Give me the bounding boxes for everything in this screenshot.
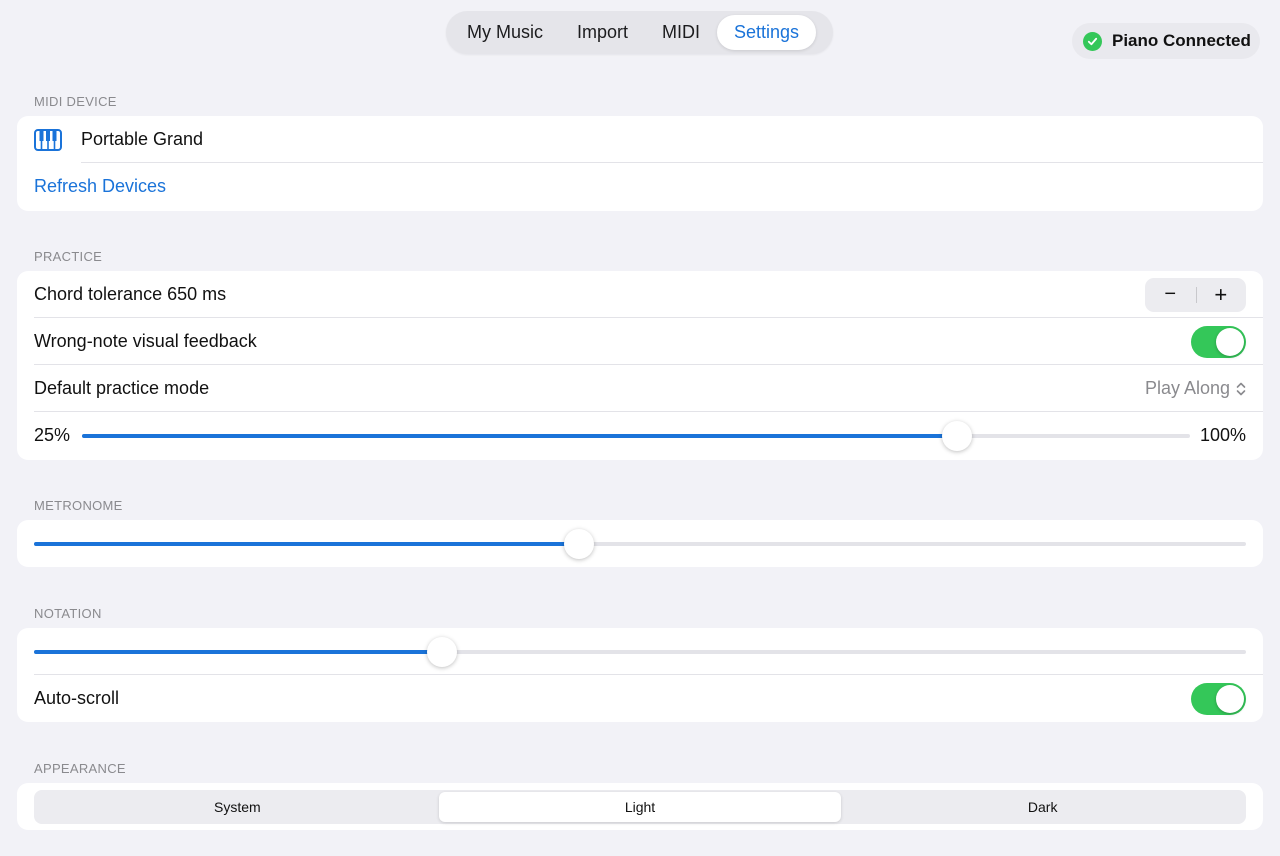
connection-status-label: Piano Connected <box>1112 31 1251 50</box>
metronome-slider[interactable] <box>34 528 1246 559</box>
slider-fill <box>34 541 580 546</box>
metronome-section-label: METRONOME <box>34 498 123 513</box>
auto-scroll-toggle[interactable] <box>1191 682 1246 715</box>
tab-import[interactable]: Import <box>560 15 645 50</box>
main-tab-bar: My Music Import MIDI Settings <box>446 11 833 54</box>
default-practice-mode-value: Play Along <box>1144 378 1230 398</box>
refresh-devices-row: Refresh Devices <box>17 163 1263 210</box>
appearance-option-dark[interactable]: Dark <box>841 792 1244 822</box>
refresh-devices-button[interactable]: Refresh Devices <box>34 176 166 197</box>
wrong-note-feedback-toggle[interactable] <box>1191 325 1246 358</box>
slider-thumb[interactable] <box>942 420 973 451</box>
appearance-card: System Light Dark <box>17 783 1263 830</box>
appearance-section-label: APPEARANCE <box>34 761 126 776</box>
slider-fill <box>82 433 958 438</box>
default-practice-mode-popup[interactable]: Play Along <box>1145 378 1246 399</box>
notation-slider[interactable] <box>34 636 1246 667</box>
tab-settings[interactable]: Settings <box>717 15 817 50</box>
connection-status-badge: Piano Connected <box>1072 23 1260 59</box>
midi-device-card: Portable Grand Refresh Devices <box>17 116 1263 211</box>
slider-thumb[interactable] <box>427 636 458 667</box>
default-practice-mode-label: Default practice mode <box>34 378 210 398</box>
appearance-segmented-control: System Light Dark <box>34 790 1246 824</box>
appearance-option-light[interactable]: Light <box>438 792 842 822</box>
chord-tolerance-row: Chord tolerance 650 ms − + <box>17 271 1263 318</box>
tab-midi[interactable]: MIDI <box>645 15 717 50</box>
piano-keys-icon <box>34 128 64 151</box>
appearance-option-system[interactable]: System <box>36 792 439 822</box>
midi-device-name: Portable Grand <box>81 129 204 149</box>
notation-card: Auto-scroll <box>17 628 1263 722</box>
notation-section-label: NOTATION <box>34 606 102 621</box>
speed-min-label: 25% <box>34 425 71 445</box>
slider-thumb[interactable] <box>564 528 595 559</box>
chevron-up-down-icon <box>1236 382 1246 395</box>
toggle-knob <box>1216 684 1244 713</box>
chord-tolerance-label: Chord tolerance 650 ms <box>34 284 227 304</box>
notation-size-row <box>17 628 1263 675</box>
toggle-knob <box>1216 327 1244 356</box>
auto-scroll-row: Auto-scroll <box>17 675 1263 722</box>
auto-scroll-label: Auto-scroll <box>34 688 120 708</box>
slider-fill <box>34 649 443 654</box>
speed-max-label: 100% <box>1199 425 1246 445</box>
practice-card: Chord tolerance 650 ms − + Wrong-note vi… <box>17 271 1263 460</box>
stepper-plus-button[interactable]: + <box>1196 282 1247 308</box>
chord-tolerance-stepper: − + <box>1145 277 1247 312</box>
metronome-card <box>17 520 1263 567</box>
midi-device-section-label: MIDI DEVICE <box>34 94 117 109</box>
wrong-note-feedback-row: Wrong-note visual feedback <box>17 318 1263 365</box>
metronome-volume-row <box>17 520 1263 567</box>
playback-speed-slider[interactable] <box>82 420 1190 451</box>
playback-speed-row: 25% 100% <box>17 412 1263 459</box>
wrong-note-feedback-label: Wrong-note visual feedback <box>34 331 257 351</box>
stepper-minus-button[interactable]: − <box>1145 283 1196 306</box>
tab-my-music[interactable]: My Music <box>450 15 560 50</box>
default-practice-mode-row: Default practice mode Play Along <box>17 365 1263 412</box>
midi-device-row[interactable]: Portable Grand <box>17 116 1263 163</box>
check-circle-icon <box>1083 31 1102 51</box>
practice-section-label: PRACTICE <box>34 249 103 264</box>
